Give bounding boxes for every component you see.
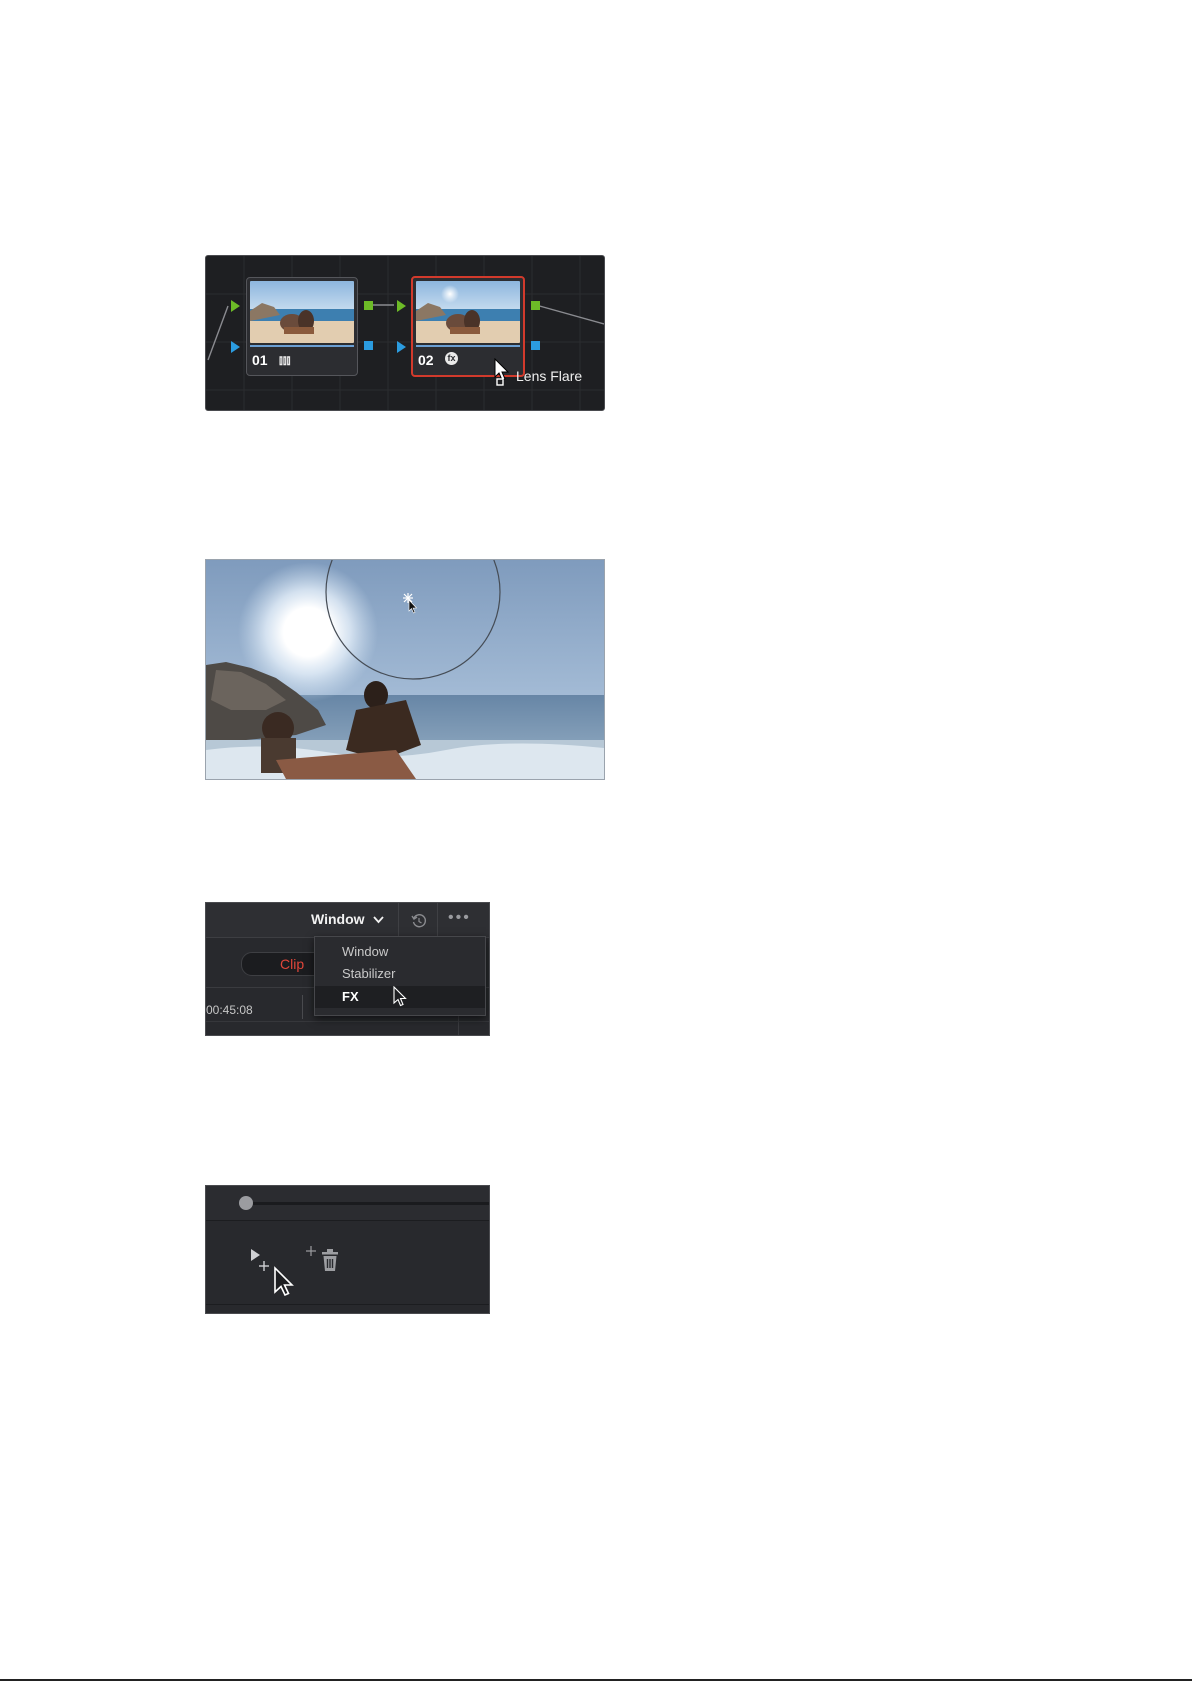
node-02-key-output-port[interactable]: [531, 341, 540, 350]
scrub-track[interactable]: [246, 1202, 489, 1205]
window-center-cursor-icon: [403, 593, 418, 614]
palette-mode-dropdown[interactable]: Window: [311, 911, 384, 931]
chevron-down-icon: [373, 916, 384, 924]
fx-icon: fx: [445, 352, 458, 365]
node-01-output-port[interactable]: [364, 301, 373, 310]
timecode: 00:45:08: [206, 1003, 253, 1017]
scrub-handle[interactable]: [239, 1196, 253, 1210]
effect-tooltip: Lens Flare: [516, 368, 583, 384]
fx-tools-panel: [205, 1185, 490, 1314]
divider: [398, 903, 399, 937]
node-progress-bar: [416, 345, 520, 347]
menu-item-window[interactable]: Window: [315, 941, 485, 963]
more-options-icon[interactable]: •••: [448, 909, 471, 927]
mouse-cursor-icon: [274, 1266, 294, 1297]
divider: [206, 1304, 489, 1305]
node-01-key-output-port[interactable]: [364, 341, 373, 350]
viewer-panel[interactable]: [205, 559, 605, 780]
output-connection-line: [535, 304, 604, 325]
node-thumbnail: [250, 281, 354, 343]
divider: [302, 995, 303, 1019]
menu-item-stabilizer[interactable]: Stabilizer: [315, 963, 485, 985]
reset-icon[interactable]: [411, 913, 427, 929]
node-thumbnail: [416, 281, 520, 343]
palette-menu-panel: Window ••• Clip 00:45:08 Window Stabiliz…: [205, 902, 490, 1036]
node-number: 01: [252, 352, 268, 368]
divider: [437, 903, 438, 937]
mouse-cursor-icon: [393, 986, 407, 1007]
footer-rule: [0, 1679, 1192, 1681]
node-number: 02: [418, 352, 434, 368]
drag-cursor-icon: [494, 358, 510, 386]
divider: [206, 1021, 489, 1022]
node-02-key-input-port[interactable]: [397, 341, 406, 353]
delete-fx-tool-icon[interactable]: [306, 1245, 342, 1275]
node-01-input-port[interactable]: [231, 300, 240, 312]
node-graph-panel: 01 ⫾⫾⫾ 02 fx Lens Flare: [205, 255, 605, 411]
node-progress-bar: [250, 345, 354, 347]
bars-icon: ⫾⫾⫾: [279, 353, 291, 367]
palette-mode-label: Window: [311, 911, 365, 927]
node-02-input-port[interactable]: [397, 300, 406, 312]
node-02-output-port[interactable]: [531, 301, 540, 310]
node-01[interactable]: 01 ⫾⫾⫾: [246, 277, 358, 376]
input-connection-line: [207, 305, 229, 361]
node-01-key-input-port[interactable]: [231, 341, 240, 353]
clip-tab-label: Clip: [280, 956, 305, 972]
